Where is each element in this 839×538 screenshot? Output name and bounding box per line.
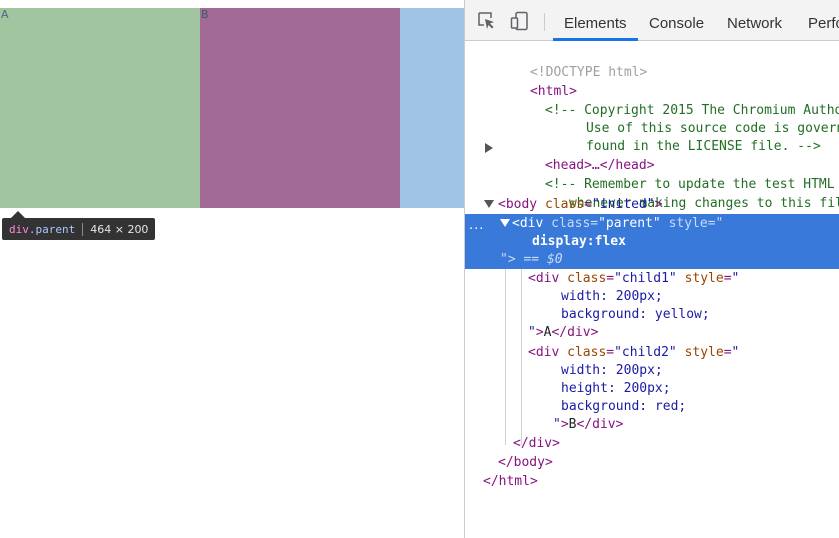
child2-style-attr: style — [684, 345, 724, 360]
dom-parent-div-open[interactable]: <div class="parent" style=" — [512, 215, 723, 233]
child2-box[interactable]: B — [200, 8, 400, 208]
dom-child1-style-1: width: 200px; — [561, 288, 663, 306]
dom-body-close[interactable]: </body> — [498, 454, 553, 472]
device-toolbar-icon[interactable] — [510, 11, 530, 31]
child2-style-background: background: red; — [561, 399, 687, 414]
expand-head-icon[interactable] — [485, 143, 493, 153]
dom-parent-div-close[interactable]: </div> — [513, 435, 560, 453]
child1-style-background: background: yellow; — [561, 307, 710, 322]
child2-style-width: width: 200px; — [561, 363, 663, 378]
tab-console[interactable]: Console — [649, 0, 704, 40]
dom-comment-reminder-1[interactable]: <!-- Remember to update the test HTML fi… — [498, 158, 839, 192]
tooltip-separator — [82, 222, 84, 236]
tab-network[interactable]: Network — [727, 0, 782, 40]
dom-child2-close[interactable]: ">B</div> — [553, 416, 623, 434]
child1-class-eq: = — [606, 271, 615, 286]
dom-parent-style-value: display:flex — [532, 233, 626, 251]
child1-tag: <div — [528, 271, 560, 286]
child1-close-tag: </div> — [551, 325, 599, 340]
child2-class-value: "child2" — [614, 345, 677, 360]
dom-comment-reminder-2: whenever making changes to this file.- — [522, 177, 839, 211]
dom-comment-copyright-3: found in the LICENSE file. --> — [539, 120, 821, 154]
child1-style-close-quote: " — [528, 325, 536, 340]
dom-body-open[interactable]: <body class="inited"> — [498, 196, 662, 214]
devtools-toolbar: Elements Console Network Perfo — [465, 0, 839, 41]
body-class-attr: class — [544, 197, 585, 212]
toolbar-divider — [544, 13, 545, 31]
dom-child2-open[interactable]: <div class="child2" style=" — [528, 344, 739, 362]
page-top-margin — [0, 0, 464, 8]
parent-class-attr: class — [551, 216, 591, 231]
child1-style-open-quote: " — [731, 271, 740, 286]
collapse-body-icon[interactable] — [484, 200, 494, 208]
child2-style-eq: = — [723, 345, 732, 360]
parent-tag: <div — [512, 216, 544, 231]
tab-elements[interactable]: Elements — [553, 0, 637, 41]
dom-doctype[interactable]: <!DOCTYPE html> — [483, 46, 647, 80]
parent-style-close: "> — [500, 252, 516, 267]
page-viewport: A B div .parent 464 × 200 — [0, 0, 464, 538]
child2-style-open-quote: " — [731, 345, 740, 360]
dom-comment-copyright-2: Use of this source code is governed b — [539, 102, 839, 136]
child1-box[interactable]: A — [0, 8, 200, 208]
child2-close-tag: </div> — [576, 417, 624, 432]
parent-close-tag: </div> — [513, 436, 560, 451]
child1-gt: > — [535, 325, 544, 340]
child2-text: B — [201, 8, 209, 21]
parent-class-value: "parent" — [598, 216, 661, 231]
tab-performance[interactable]: Perfo — [808, 0, 839, 40]
body-class-value: "inited" — [591, 197, 655, 212]
child2-tag: <div — [528, 345, 560, 360]
body-eq: = — [584, 197, 592, 212]
child2-style-height: height: 200px; — [561, 381, 671, 396]
inspect-element-icon[interactable] — [477, 11, 497, 31]
dom-child2-style-3: background: red; — [561, 398, 686, 416]
child1-style-attr: style — [684, 271, 724, 286]
dom-child1-close[interactable]: ">A</div> — [528, 324, 598, 342]
tooltip-tag: div — [9, 222, 29, 236]
child1-style-eq: = — [723, 271, 732, 286]
dom-html-close[interactable]: </html> — [483, 473, 538, 491]
parent-style-value: display:flex — [532, 234, 626, 249]
parent-class-eq: = — [590, 216, 599, 231]
indent-guide-parent — [521, 269, 522, 445]
body-tag: <body — [498, 197, 538, 212]
parent-style-attr: style — [668, 216, 708, 231]
collapse-parent-icon[interactable] — [500, 219, 510, 227]
dom-child1-style-2: background: yellow; — [561, 306, 710, 324]
child2-class-eq: = — [606, 345, 615, 360]
parent-flex-container[interactable]: A B — [0, 8, 464, 208]
dom-html-open[interactable]: <html> — [483, 65, 577, 99]
dom-child1-open[interactable]: <div class="child1" style=" — [528, 270, 739, 288]
element-hover-tooltip: div .parent 464 × 200 — [2, 211, 156, 240]
dom-comment-copyright-1[interactable]: <!-- Copyright 2015 The Chromium Authors… — [498, 84, 839, 118]
tooltip-size: 464 × 200 — [90, 222, 149, 236]
body-tag-close: > — [654, 197, 663, 212]
html-close-tag: </html> — [483, 474, 538, 489]
dom-tree: ... <!DOCTYPE html> <html> <!-- Copyrigh… — [465, 41, 839, 538]
child2-gt: > — [560, 417, 569, 432]
devtools-panel: Elements Console Network Perfo ... <!DOC… — [464, 0, 839, 538]
child1-class-attr: class — [567, 271, 607, 286]
child2-style-close-quote: " — [553, 417, 561, 432]
child1-class-value: "child1" — [614, 271, 677, 286]
parent-style-eq: =" — [707, 216, 724, 231]
dom-parent-div-close-quote: "> == $0 — [500, 251, 563, 269]
dom-head[interactable]: <head>…</head> — [498, 139, 655, 173]
node-actions-ellipsis[interactable]: ... — [469, 219, 484, 232]
child2-class-attr: class — [567, 345, 607, 360]
dom-child2-style-2: height: 200px; — [561, 380, 671, 398]
parent-eq-dollar0: == $0 — [523, 252, 563, 267]
child1-text: A — [1, 8, 9, 21]
tooltip-class: .parent — [28, 222, 76, 236]
dom-child2-style-1: width: 200px; — [561, 362, 663, 380]
body-close-tag: </body> — [498, 455, 553, 470]
child1-style-width: width: 200px; — [561, 289, 663, 304]
